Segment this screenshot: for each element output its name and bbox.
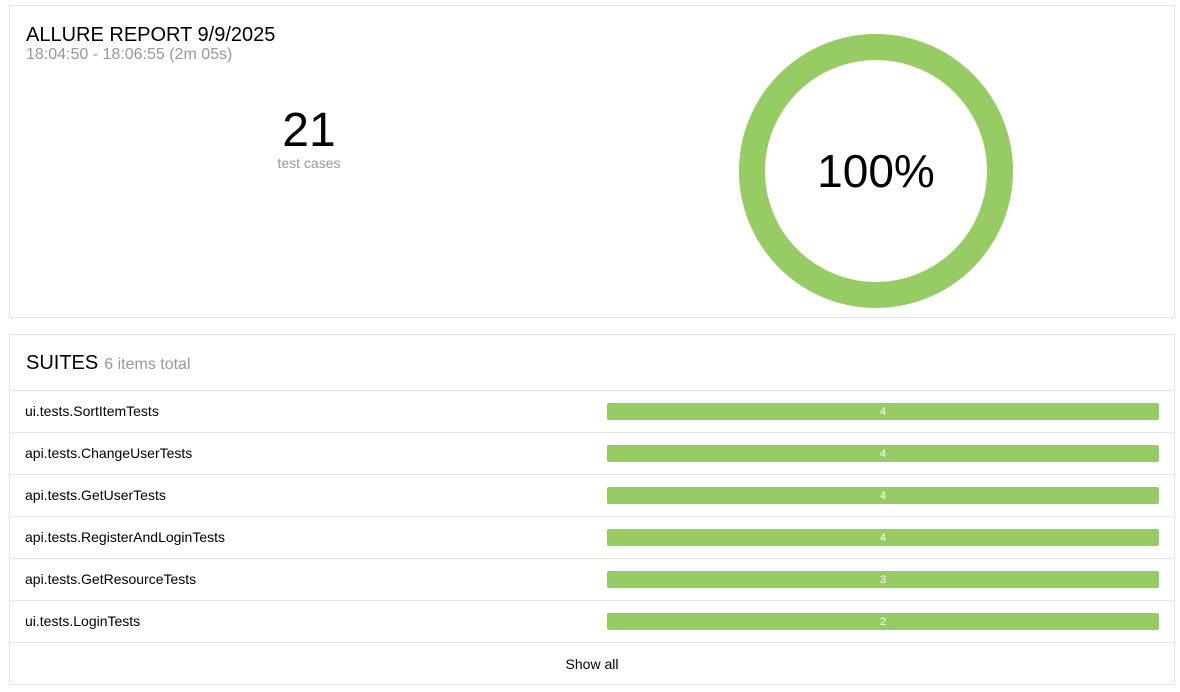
suite-row[interactable]: api.tests.ChangeUserTests 4 — [10, 433, 1174, 475]
suites-widget: SUITES 6 items total ui.tests.SortItemTe… — [9, 334, 1175, 685]
suite-row[interactable]: ui.tests.LoginTests 2 — [10, 601, 1174, 643]
suites-title: SUITES — [26, 352, 99, 374]
test-cases-label: test cases — [277, 155, 341, 171]
suites-header: SUITES 6 items total — [10, 335, 1174, 391]
suite-name: api.tests.GetUserTests — [25, 487, 166, 503]
suites-total-count: 6 items total — [104, 356, 191, 373]
show-all-link[interactable]: Show all — [10, 643, 1174, 685]
suite-name: ui.tests.LoginTests — [25, 613, 141, 629]
suite-passed-bar[interactable]: 4 — [607, 529, 1159, 546]
suite-row[interactable]: api.tests.GetUserTests 4 — [10, 475, 1174, 517]
suite-passed-bar[interactable]: 3 — [607, 571, 1159, 588]
suite-name: ui.tests.SortItemTests — [25, 403, 159, 419]
suite-passed-bar[interactable]: 4 — [607, 487, 1159, 504]
suite-name: api.tests.GetResourceTests — [25, 571, 197, 587]
suite-name: api.tests.RegisterAndLoginTests — [25, 529, 225, 545]
pass-rate-text: 100% — [817, 145, 935, 197]
report-title: ALLURE REPORT 9/9/2025 — [26, 24, 276, 46]
suite-row[interactable]: ui.tests.SortItemTests 4 — [10, 391, 1174, 433]
suite-name: api.tests.ChangeUserTests — [25, 445, 193, 461]
suite-row[interactable]: api.tests.GetResourceTests 3 — [10, 559, 1174, 601]
report-time-range: 18:04:50 - 18:06:55 (2m 05s) — [26, 46, 233, 63]
suite-passed-bar[interactable]: 4 — [607, 445, 1159, 462]
suite-row[interactable]: api.tests.RegisterAndLoginTests 4 — [10, 517, 1174, 559]
test-cases-count: 21 — [282, 104, 336, 157]
test-cases-summary: 21 test cases — [209, 104, 409, 171]
suite-passed-bar[interactable]: 2 — [607, 613, 1159, 630]
summary-widget: ALLURE REPORT 9/9/2025 18:04:50 - 18:06:… — [9, 5, 1175, 318]
suite-passed-bar[interactable]: 4 — [607, 403, 1159, 420]
